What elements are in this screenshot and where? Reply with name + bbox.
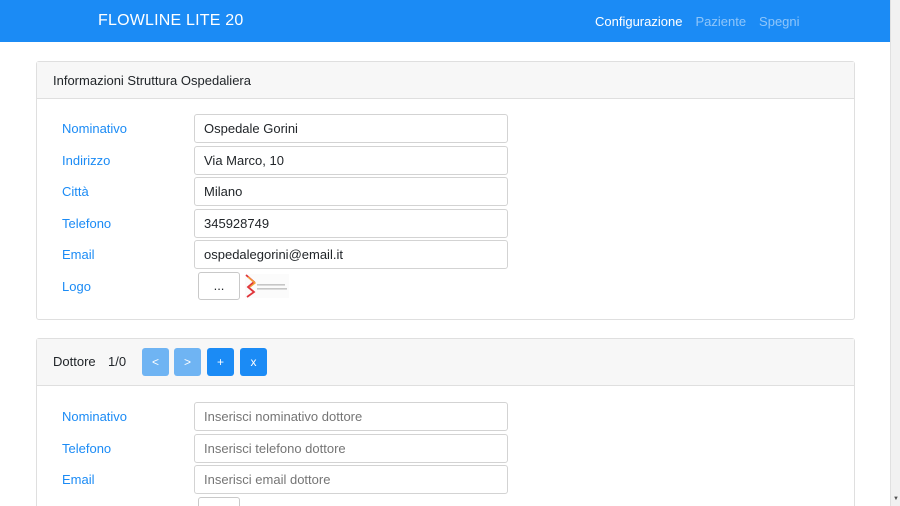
indirizzo-label: Indirizzo: [62, 153, 111, 168]
page-scrollbar[interactable]: ▼: [890, 0, 900, 506]
struttura-card-header: Informazioni Struttura Ospedaliera: [37, 62, 854, 99]
struttura-row-logo: Logo ...: [37, 272, 854, 302]
logo-file-button[interactable]: ...: [198, 272, 240, 300]
dottore-card-header: Dottore 1/0 < > + x: [37, 339, 854, 386]
nominativo-label: Nominativo: [62, 121, 128, 136]
scroll-down-arrow-icon[interactable]: ▼: [891, 494, 900, 504]
dottore-counter: 1/0: [108, 354, 127, 369]
dottore-email-label: Email: [62, 472, 95, 487]
struttura-row-nominativo: Nominativo: [37, 114, 854, 144]
nav-link-paziente[interactable]: Paziente: [695, 14, 746, 29]
nav-link-configurazione[interactable]: Configurazione: [595, 14, 682, 29]
dottore-telefono-input[interactable]: [194, 434, 508, 463]
app-brand[interactable]: FLOWLINE LITE 20: [98, 12, 243, 30]
add-doctor-button[interactable]: +: [207, 348, 234, 376]
nav-links: Configurazione Paziente Spegni: [595, 14, 800, 29]
prev-doctor-button[interactable]: <: [142, 348, 169, 376]
struttura-row-citta: Città: [37, 177, 854, 207]
struttura-row-indirizzo: Indirizzo: [37, 146, 854, 176]
dottore-card: Dottore 1/0 < > + x Nominativo Telefono …: [36, 338, 855, 506]
struttura-card-title: Informazioni Struttura Ospedaliera: [53, 73, 251, 88]
scrollbar-thumb[interactable]: [892, 0, 900, 488]
dottore-row-email: Email: [37, 465, 854, 495]
struttura-row-telefono: Telefono: [37, 209, 854, 239]
dottore-email-input[interactable]: [194, 465, 508, 494]
struttura-email-input[interactable]: [194, 240, 508, 269]
dottore-card-title: Dottore: [53, 354, 96, 369]
dottore-row-partial: [37, 497, 854, 506]
citta-label: Città: [62, 184, 89, 199]
struttura-indirizzo-input[interactable]: [194, 146, 508, 175]
dottore-nominativo-input[interactable]: [194, 402, 508, 431]
top-navbar: FLOWLINE LITE 20 Configurazione Paziente…: [0, 0, 890, 42]
remove-doctor-button[interactable]: x: [240, 348, 267, 376]
struttura-citta-input[interactable]: [194, 177, 508, 206]
struttura-telefono-input[interactable]: [194, 209, 508, 238]
telefono-label: Telefono: [62, 216, 112, 231]
dottore-row-nominativo: Nominativo: [37, 402, 854, 432]
hospital-logo-image: [245, 274, 289, 298]
dottore-telefono-label: Telefono: [62, 441, 112, 456]
nav-link-spegni[interactable]: Spegni: [759, 14, 799, 29]
struttura-row-email: Email: [37, 240, 854, 270]
email-label: Email: [62, 247, 95, 262]
next-doctor-button[interactable]: >: [174, 348, 201, 376]
struttura-card: Informazioni Struttura Ospedaliera Nomin…: [36, 61, 855, 320]
main-content: Informazioni Struttura Ospedaliera Nomin…: [0, 42, 890, 506]
struttura-nominativo-input[interactable]: [194, 114, 508, 143]
logo-label: Logo: [62, 279, 91, 294]
dottore-nominativo-label: Nominativo: [62, 409, 128, 424]
dottore-file-button[interactable]: [198, 497, 240, 506]
dottore-row-telefono: Telefono: [37, 434, 854, 464]
